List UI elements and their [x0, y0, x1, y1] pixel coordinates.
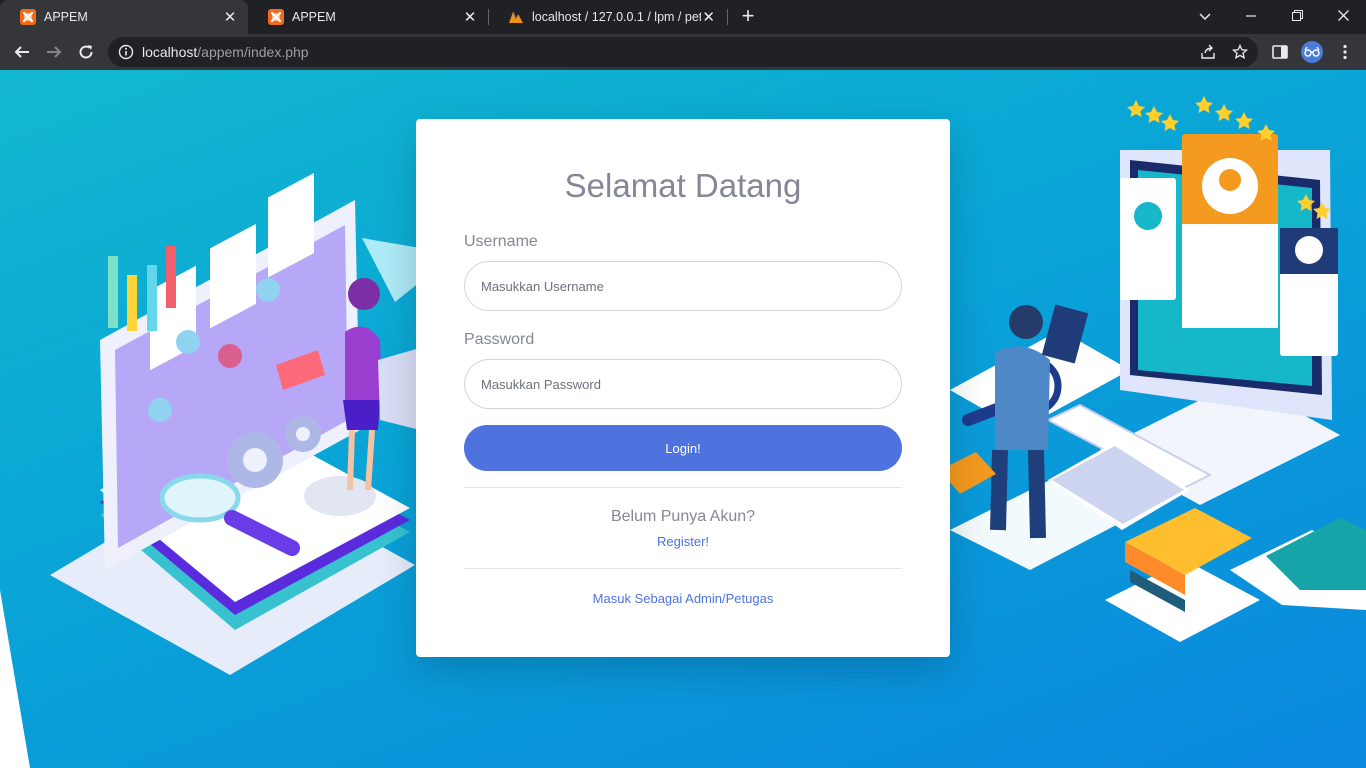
url-text: localhost/appem/index.php	[142, 44, 309, 60]
welcome-title: Selamat Datang	[564, 167, 802, 204]
close-window-icon[interactable]	[1329, 4, 1357, 28]
username-label: Username	[464, 233, 538, 250]
close-tab-icon[interactable]: ✕	[222, 8, 238, 26]
share-icon[interactable]	[1200, 44, 1216, 60]
browser-tab-1[interactable]: APPEM ✕	[0, 0, 248, 34]
tab-search-icon[interactable]	[1191, 4, 1219, 28]
divider	[464, 487, 902, 488]
no-account-text: Belum Punya Akun?	[610, 508, 756, 525]
bookmark-star-icon[interactable]	[1232, 44, 1248, 60]
username-input[interactable]	[464, 261, 902, 311]
tab-title: localhost / 127.0.0.1 / lpm / petug	[532, 10, 702, 24]
close-tab-icon[interactable]: ✕	[462, 8, 478, 26]
reload-icon[interactable]	[74, 40, 98, 64]
recruitment-illustration	[0, 173, 420, 768]
new-tab-button[interactable]: +	[736, 5, 760, 29]
password-input[interactable]	[464, 359, 902, 409]
tab-separator	[727, 9, 728, 25]
minimize-icon[interactable]	[1237, 4, 1265, 28]
side-panel-icon[interactable]	[1271, 43, 1289, 61]
menu-kebab-icon[interactable]	[1336, 43, 1354, 61]
admin-login-link[interactable]: Masuk Sebagai Admin/Petugas	[593, 591, 774, 606]
browser-tabstrip: APPEM ✕ APPEM ✕ localhost / 127.0.0.1 / …	[0, 0, 1366, 34]
forward-arrow-icon[interactable]	[42, 40, 66, 64]
xampp-icon	[268, 9, 284, 25]
xampp-icon	[20, 9, 36, 25]
login-button[interactable]: Login!	[464, 425, 902, 471]
profile-avatar[interactable]	[1301, 41, 1323, 63]
divider	[464, 568, 902, 569]
register-link[interactable]: Register!	[657, 534, 709, 549]
back-arrow-icon[interactable]	[10, 40, 34, 64]
browser-tab-2[interactable]: APPEM ✕	[248, 0, 488, 34]
url-host: localhost	[142, 44, 198, 60]
site-info-icon[interactable]	[118, 44, 134, 60]
browser-toolbar: localhost/appem/index.php	[0, 34, 1366, 70]
tab-title: APPEM	[44, 10, 88, 24]
url-path: /appem/index.php	[197, 44, 309, 60]
browser-tab-3[interactable]: localhost / 127.0.0.1 / lpm / petug ✕	[488, 0, 726, 34]
tab-title: APPEM	[292, 10, 336, 24]
hr-profiles-illustration	[940, 96, 1366, 642]
admin-row: Masuk Sebagai Admin/Petugas	[416, 590, 950, 608]
login-card: Selamat Datang Username Password Login! …	[416, 119, 950, 657]
address-bar[interactable]: localhost/appem/index.php	[108, 37, 1258, 67]
restore-icon[interactable]	[1283, 4, 1311, 28]
login-page: Selamat Datang Username Password Login! …	[0, 70, 1366, 768]
register-row: Register!	[416, 533, 950, 551]
close-tab-icon[interactable]: ✕	[701, 8, 716, 26]
phpmyadmin-icon	[508, 9, 524, 25]
password-label: Password	[464, 331, 535, 348]
